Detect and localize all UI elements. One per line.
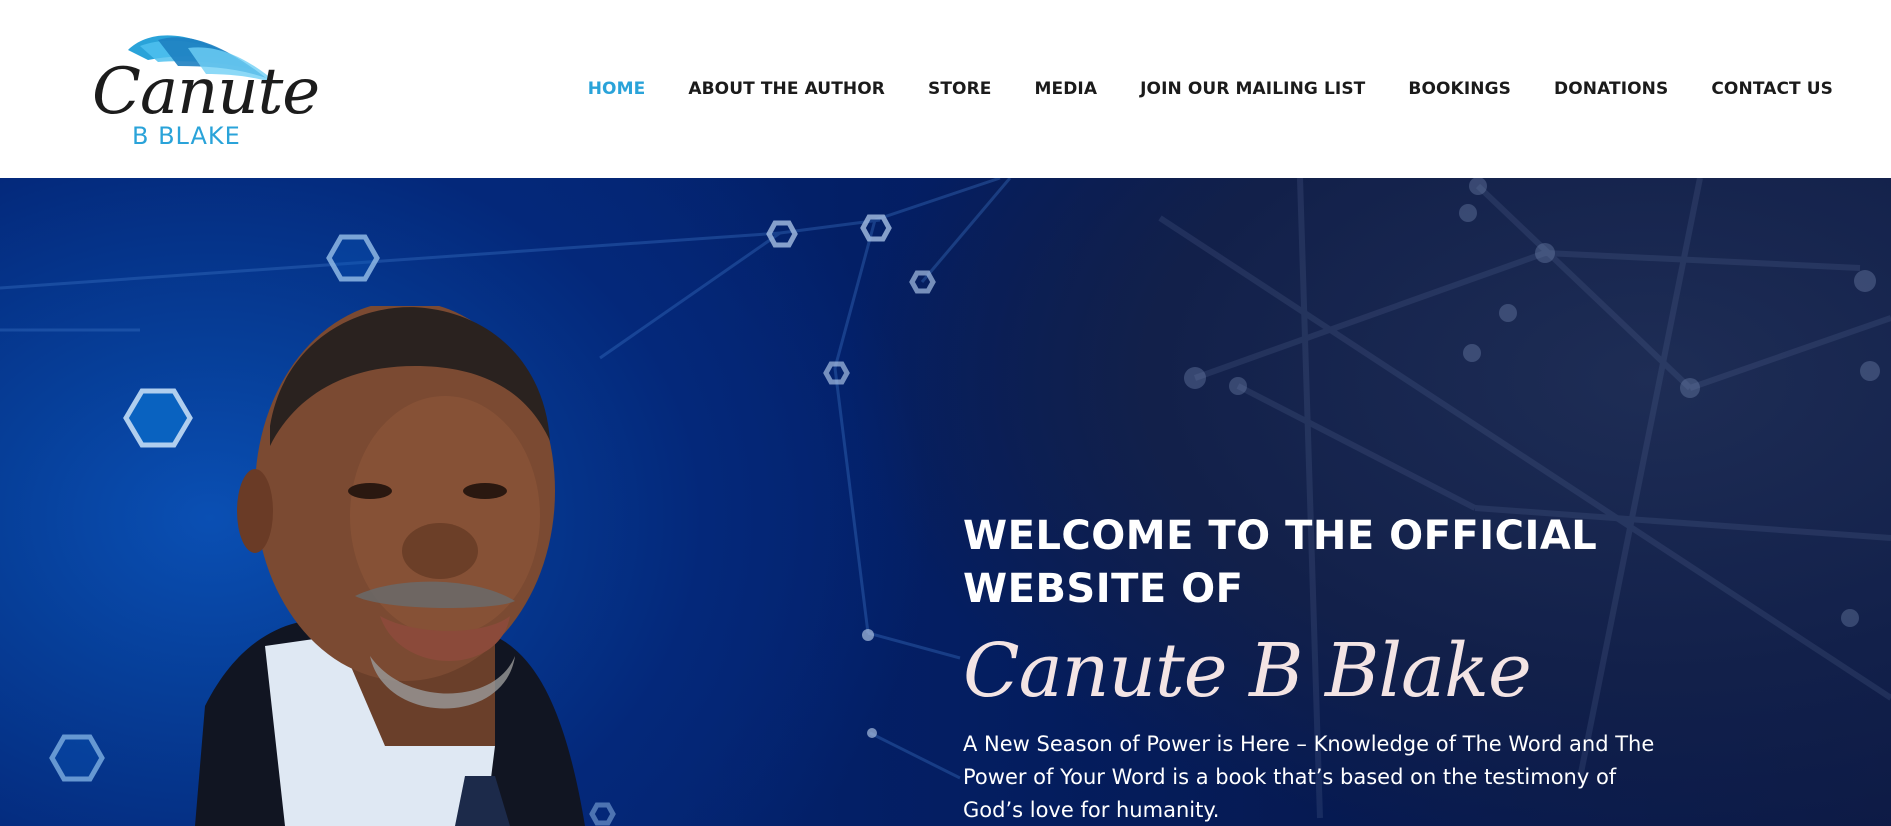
nav-media[interactable]: MEDIA (1034, 79, 1097, 99)
author-name-script: Canute B Blake (963, 628, 1532, 714)
hero-tagline: A New Season of Power is Here – Knowledg… (963, 732, 1655, 822)
nav-about-the-author[interactable]: ABOUT THE AUTHOR (688, 79, 885, 99)
hero-banner: WELCOME TO THE OFFICIAL WEBSITE OF Canut… (0, 178, 1891, 826)
author-portrait (195, 306, 585, 826)
hero-text-block: WELCOME TO THE OFFICIAL WEBSITE OF Canut… (963, 510, 1663, 826)
nav-contact-us[interactable]: CONTACT US (1711, 79, 1833, 99)
nav-store[interactable]: STORE (928, 79, 992, 99)
site-header: Canute B BLAKE HOME ABOUT THE AUTHOR STO… (0, 0, 1891, 178)
welcome-heading-line2: WEBSITE OF (963, 566, 1244, 612)
nav-bookings[interactable]: BOOKINGS (1408, 79, 1511, 99)
main-nav: HOME ABOUT THE AUTHOR STORE MEDIA JOIN O… (545, 77, 1833, 101)
welcome-heading-line1: WELCOME TO THE OFFICIAL (963, 513, 1598, 559)
logo-script-text: Canute (92, 55, 320, 129)
welcome-heading: WELCOME TO THE OFFICIAL WEBSITE OF (963, 510, 1663, 616)
site-logo[interactable]: Canute B BLAKE (88, 30, 320, 150)
logo-sub-text: B BLAKE (132, 122, 241, 150)
nav-join-mailing-list[interactable]: JOIN OUR MAILING LIST (1140, 79, 1365, 99)
nav-home[interactable]: HOME (588, 79, 646, 99)
nav-donations[interactable]: DONATIONS (1554, 79, 1668, 99)
